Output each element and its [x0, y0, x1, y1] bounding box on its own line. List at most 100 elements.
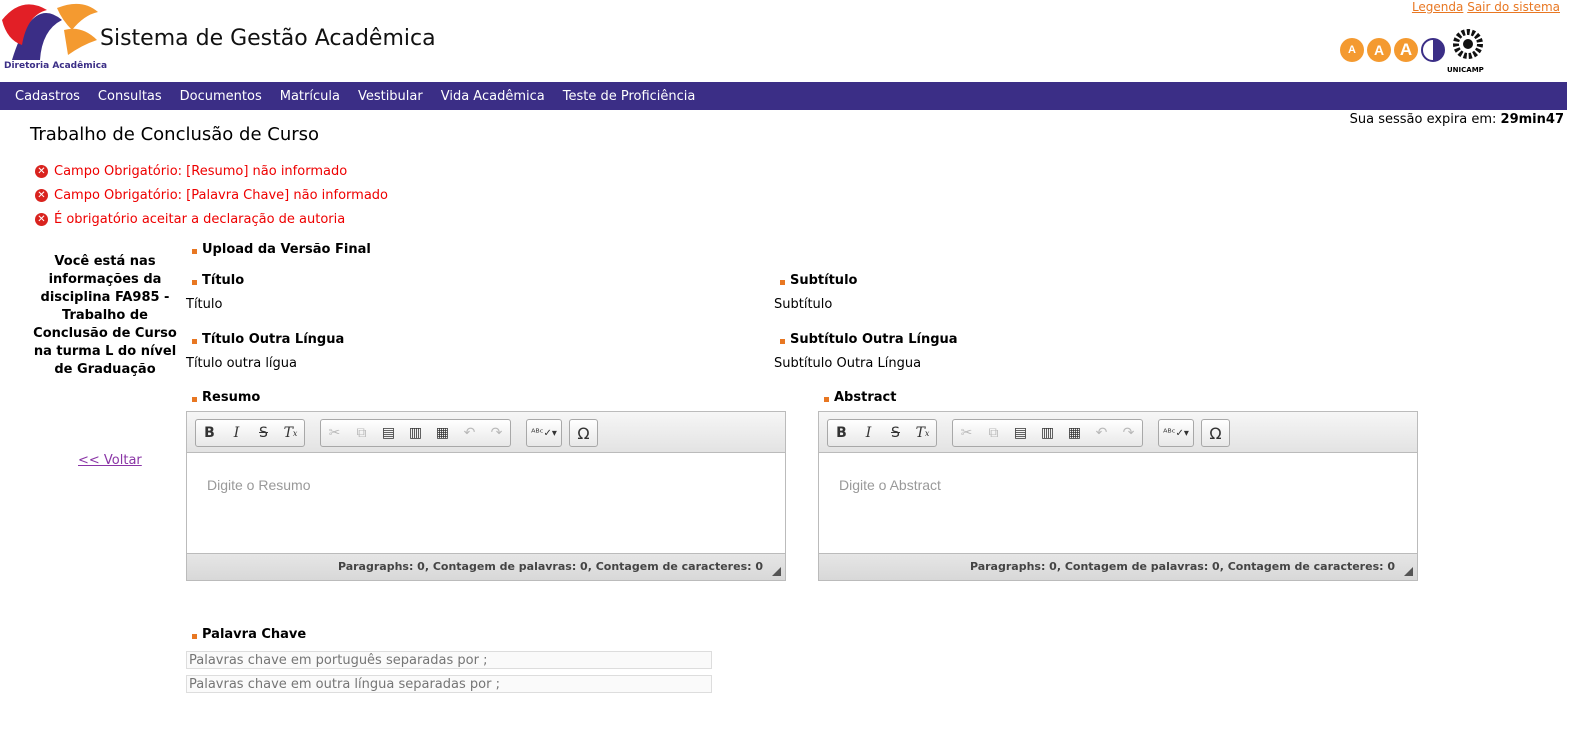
- cut-icon[interactable]: ✂: [321, 420, 348, 446]
- bold-icon[interactable]: B: [196, 420, 223, 446]
- abstract-statusbar: Paragraphs: 0, Contagem de palavras: 0, …: [819, 553, 1417, 580]
- logout-link[interactable]: Sair do sistema: [1467, 0, 1560, 14]
- session-value: 29min47: [1500, 112, 1564, 127]
- special-char-icon[interactable]: Ω: [1202, 420, 1229, 446]
- special-char-icon[interactable]: Ω: [570, 420, 597, 446]
- error-text: Campo Obrigatório: [Palavra Chave] não i…: [54, 187, 388, 203]
- bullet-icon: [192, 280, 197, 285]
- italic-icon[interactable]: I: [855, 420, 882, 446]
- special-group: Ω: [1201, 419, 1230, 447]
- resumo-content[interactable]: Digite o Resumo: [187, 453, 785, 553]
- page-title: Trabalho de Conclusão de Curso: [30, 124, 320, 145]
- menu-vestibular[interactable]: Vestibular: [349, 89, 432, 104]
- bullet-icon: [192, 339, 197, 344]
- undo-icon[interactable]: ↶: [1088, 420, 1115, 446]
- session-timer: Sua sessão expira em: 29min47: [1350, 112, 1564, 127]
- titulo-heading: Título: [192, 273, 244, 288]
- menu-consultas[interactable]: Consultas: [89, 89, 171, 104]
- discipline-info: Você está nas informações da disciplina …: [33, 254, 177, 377]
- abstract-content[interactable]: Digite o Abstract: [819, 453, 1417, 553]
- menu-vida-academica[interactable]: Vida Acadêmica: [432, 89, 554, 104]
- paste-text-icon[interactable]: ▥: [1034, 420, 1061, 446]
- copy-icon[interactable]: ⧉: [980, 420, 1007, 446]
- resize-handle-icon[interactable]: [772, 567, 781, 576]
- bullet-icon: [780, 339, 785, 344]
- paste-word-icon[interactable]: ▦: [1061, 420, 1088, 446]
- titulo-outra-value: Título outra lígua: [186, 356, 298, 371]
- editor-toolbar: B I S Tx ✂ ⧉ ▤ ▥ ▦ ↶ ↷ ᴬᴮᶜ✓▾ Ω: [819, 412, 1417, 453]
- menu-cadastros[interactable]: Cadastros: [6, 89, 89, 104]
- back-link[interactable]: << Voltar: [78, 453, 142, 468]
- titulo-outra-heading: Título Outra Língua: [192, 332, 344, 347]
- top-links: Legenda Sair do sistema: [1412, 0, 1560, 14]
- spellcheck-icon[interactable]: ᴬᴮᶜ✓▾: [1159, 420, 1193, 446]
- resumo-statusbar: Paragraphs: 0, Contagem de palavras: 0, …: [187, 553, 785, 580]
- bullet-icon: [192, 249, 197, 254]
- logo-text: Diretoria Acadêmica: [4, 61, 108, 71]
- menu-teste-proficiencia[interactable]: Teste de Proficiência: [554, 89, 705, 104]
- error-icon: ✕: [35, 212, 48, 226]
- subtitulo-outra-label: Subtítulo Outra Língua: [790, 332, 958, 347]
- upload-heading: Upload da Versão Final: [192, 242, 371, 257]
- error-list: ✕ Campo Obrigatório: [Resumo] não informa…: [35, 159, 388, 231]
- resize-handle-icon[interactable]: [1404, 567, 1413, 576]
- contrast-icon[interactable]: [1421, 38, 1445, 62]
- remove-format-icon[interactable]: Tx: [909, 420, 936, 446]
- font-large-button[interactable]: A: [1394, 38, 1418, 62]
- format-group: B I S Tx: [195, 419, 305, 447]
- system-title: Sistema de Gestão Acadêmica: [100, 26, 436, 51]
- accessibility-buttons: A A A: [1340, 38, 1445, 62]
- titulo-outra-label: Título Outra Língua: [202, 332, 345, 347]
- error-icon: ✕: [35, 188, 48, 202]
- font-medium-button[interactable]: A: [1367, 38, 1391, 62]
- italic-icon[interactable]: I: [223, 420, 250, 446]
- subtitulo-heading: Subtítulo: [780, 273, 857, 288]
- error-text: É obrigatório aceitar a declaração de au…: [54, 211, 346, 227]
- clipboard-group: ✂ ⧉ ▤ ▥ ▦ ↶ ↷: [320, 419, 511, 447]
- undo-icon[interactable]: ↶: [456, 420, 483, 446]
- abstract-label: Abstract: [834, 390, 897, 405]
- spellcheck-icon[interactable]: ᴬᴮᶜ✓▾: [527, 420, 561, 446]
- resumo-heading: Resumo: [192, 390, 260, 405]
- menu-documentos[interactable]: Documentos: [171, 89, 271, 104]
- paste-icon[interactable]: ▤: [375, 420, 402, 446]
- redo-icon[interactable]: ↷: [1115, 420, 1142, 446]
- paste-text-icon[interactable]: ▥: [402, 420, 429, 446]
- abstract-editor: B I S Tx ✂ ⧉ ▤ ▥ ▦ ↶ ↷ ᴬᴮᶜ✓▾ Ω Digite o …: [818, 411, 1418, 581]
- resumo-status-text: Paragraphs: 0, Contagem de palavras: 0, …: [337, 560, 763, 573]
- font-small-button[interactable]: A: [1340, 38, 1364, 62]
- session-label: Sua sessão expira em:: [1349, 112, 1497, 127]
- remove-format-icon[interactable]: Tx: [277, 420, 304, 446]
- main-menu: Cadastros Consultas Documentos Matrícula…: [0, 82, 1567, 110]
- unicamp-label: UNICAMP: [1447, 66, 1484, 74]
- paste-word-icon[interactable]: ▦: [429, 420, 456, 446]
- legend-link[interactable]: Legenda: [1412, 0, 1463, 14]
- format-group: B I S Tx: [827, 419, 937, 447]
- titulo-label: Título: [202, 273, 245, 288]
- redo-icon[interactable]: ↷: [483, 420, 510, 446]
- editor-toolbar: B I S Tx ✂ ⧉ ▤ ▥ ▦ ↶ ↷ ᴬᴮᶜ✓▾ Ω: [187, 412, 785, 453]
- strikethrough-icon[interactable]: S: [882, 420, 909, 446]
- bullet-icon: [192, 397, 197, 402]
- strikethrough-icon[interactable]: S: [250, 420, 277, 446]
- copy-icon[interactable]: ⧉: [348, 420, 375, 446]
- resumo-label: Resumo: [202, 390, 261, 405]
- bold-icon[interactable]: B: [828, 420, 855, 446]
- subtitulo-value: Subtítulo: [774, 297, 833, 312]
- abstract-heading: Abstract: [824, 390, 896, 405]
- resumo-placeholder: Digite o Resumo: [207, 477, 311, 493]
- cut-icon[interactable]: ✂: [953, 420, 980, 446]
- bullet-icon: [780, 280, 785, 285]
- error-item: ✕ Campo Obrigatório: [Palavra Chave] não …: [35, 183, 388, 207]
- titulo-value: Título: [186, 297, 223, 312]
- upload-label: Upload da Versão Final: [202, 242, 371, 257]
- menu-matricula[interactable]: Matrícula: [271, 89, 349, 104]
- keywords-other-input[interactable]: [186, 675, 712, 693]
- subtitulo-label: Subtítulo: [790, 273, 858, 288]
- keywords-pt-input[interactable]: [186, 651, 712, 669]
- special-group: Ω: [569, 419, 598, 447]
- error-text: Campo Obrigatório: [Resumo] não informad…: [54, 163, 348, 179]
- subtitulo-outra-heading: Subtítulo Outra Língua: [780, 332, 958, 347]
- paste-icon[interactable]: ▤: [1007, 420, 1034, 446]
- palavra-chave-label: Palavra Chave: [202, 627, 307, 642]
